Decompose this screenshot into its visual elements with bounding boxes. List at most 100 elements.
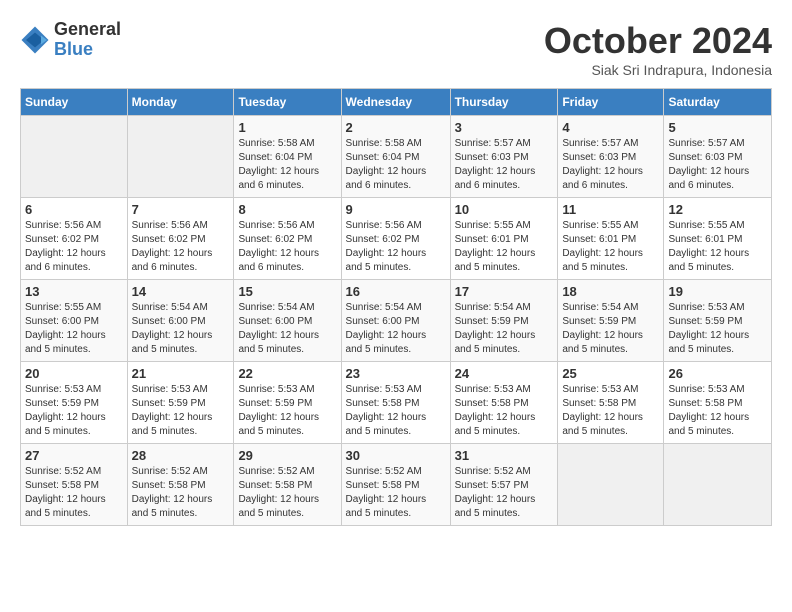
header-cell-wednesday: Wednesday <box>341 89 450 116</box>
day-info: Sunrise: 5:55 AM Sunset: 6:01 PM Dayligh… <box>562 219 659 275</box>
day-number: 18 <box>562 284 659 299</box>
calendar-body: 1Sunrise: 5:58 AM Sunset: 6:04 PM Daylig… <box>21 116 772 526</box>
calendar-week-3: 13 Sunrise: 5:55 AM Sunset: 6:00 PM Dayli… <box>21 280 772 362</box>
calendar-cell: 5Sunrise: 5:57 AM Sunset: 6:03 PM Daylig… <box>664 116 772 198</box>
logo-general: General <box>54 20 121 40</box>
day-info: Sunrise: 5:55 AM Sunset: 6:00 PM Dayligh… <box>25 301 123 357</box>
logo-icon <box>20 25 50 55</box>
day-info: Sunrise: 5:56 AM Sunset: 6:02 PM Dayligh… <box>346 219 446 275</box>
calendar-week-4: 20 Sunrise: 5:53 AM Sunset: 5:59 PM Dayli… <box>21 362 772 444</box>
day-info: Sunrise: 5:54 AM Sunset: 5:59 PM Dayligh… <box>455 301 554 357</box>
calendar-week-1: 1Sunrise: 5:58 AM Sunset: 6:04 PM Daylig… <box>21 116 772 198</box>
day-number: 21 <box>132 366 230 381</box>
day-number: 26 <box>668 366 767 381</box>
day-number: 29 <box>238 448 336 463</box>
day-number: 3 <box>455 120 554 135</box>
day-info: Sunrise: 5:55 AM Sunset: 6:01 PM Dayligh… <box>455 219 554 275</box>
calendar-cell: 16Sunrise: 5:54 AM Sunset: 6:00 PM Dayli… <box>341 280 450 362</box>
day-number: 28 <box>132 448 230 463</box>
day-number: 31 <box>455 448 554 463</box>
day-number: 20 <box>25 366 123 381</box>
logo: General Blue <box>20 20 121 60</box>
page-header: General Blue October 2024 Siak Sri Indra… <box>20 20 772 78</box>
day-info: Sunrise: 5:52 AM Sunset: 5:58 PM Dayligh… <box>25 465 123 521</box>
logo-text: General Blue <box>54 20 121 60</box>
day-number: 27 <box>25 448 123 463</box>
calendar-cell: 2Sunrise: 5:58 AM Sunset: 6:04 PM Daylig… <box>341 116 450 198</box>
header-cell-thursday: Thursday <box>450 89 558 116</box>
day-number: 22 <box>238 366 336 381</box>
calendar-cell <box>21 116 128 198</box>
calendar-cell: 21Sunrise: 5:53 AM Sunset: 5:59 PM Dayli… <box>127 362 234 444</box>
calendar-cell: 19 Sunrise: 5:53 AM Sunset: 5:59 PM Dayli… <box>664 280 772 362</box>
day-info: Sunrise: 5:53 AM Sunset: 5:58 PM Dayligh… <box>562 383 659 439</box>
day-info: Sunrise: 5:56 AM Sunset: 6:02 PM Dayligh… <box>25 219 123 275</box>
calendar-cell: 13 Sunrise: 5:55 AM Sunset: 6:00 PM Dayli… <box>21 280 128 362</box>
day-info: Sunrise: 5:53 AM Sunset: 5:58 PM Dayligh… <box>455 383 554 439</box>
day-info: Sunrise: 5:58 AM Sunset: 6:04 PM Dayligh… <box>238 137 336 193</box>
calendar-cell: 25 Sunrise: 5:53 AM Sunset: 5:58 PM Dayli… <box>558 362 664 444</box>
day-number: 30 <box>346 448 446 463</box>
day-number: 25 <box>562 366 659 381</box>
calendar-cell: 20 Sunrise: 5:53 AM Sunset: 5:59 PM Dayli… <box>21 362 128 444</box>
calendar-cell: 11 Sunrise: 5:55 AM Sunset: 6:01 PM Dayli… <box>558 198 664 280</box>
day-number: 13 <box>25 284 123 299</box>
calendar-week-2: 6 Sunrise: 5:56 AM Sunset: 6:02 PM Daylig… <box>21 198 772 280</box>
header-row: SundayMondayTuesdayWednesdayThursdayFrid… <box>21 89 772 116</box>
calendar-cell: 24 Sunrise: 5:53 AM Sunset: 5:58 PM Dayli… <box>450 362 558 444</box>
day-info: Sunrise: 5:52 AM Sunset: 5:57 PM Dayligh… <box>455 465 554 521</box>
day-info: Sunrise: 5:53 AM Sunset: 5:59 PM Dayligh… <box>25 383 123 439</box>
header-cell-tuesday: Tuesday <box>234 89 341 116</box>
day-number: 12 <box>668 202 767 217</box>
day-info: Sunrise: 5:56 AM Sunset: 6:02 PM Dayligh… <box>132 219 230 275</box>
logo-blue: Blue <box>54 40 121 60</box>
day-info: Sunrise: 5:54 AM Sunset: 6:00 PM Dayligh… <box>132 301 230 357</box>
calendar-cell: 29 Sunrise: 5:52 AM Sunset: 5:58 PM Dayli… <box>234 444 341 526</box>
calendar-cell: 12 Sunrise: 5:55 AM Sunset: 6:01 PM Dayli… <box>664 198 772 280</box>
day-info: Sunrise: 5:53 AM Sunset: 5:59 PM Dayligh… <box>668 301 767 357</box>
calendar-cell <box>558 444 664 526</box>
calendar-cell: 15Sunrise: 5:54 AM Sunset: 6:00 PM Dayli… <box>234 280 341 362</box>
location-subtitle: Siak Sri Indrapura, Indonesia <box>544 62 772 78</box>
header-cell-monday: Monday <box>127 89 234 116</box>
header-cell-saturday: Saturday <box>664 89 772 116</box>
day-number: 11 <box>562 202 659 217</box>
day-number: 7 <box>132 202 230 217</box>
day-number: 6 <box>25 202 123 217</box>
day-info: Sunrise: 5:57 AM Sunset: 6:03 PM Dayligh… <box>562 137 659 193</box>
title-section: October 2024 Siak Sri Indrapura, Indones… <box>544 20 772 78</box>
calendar-cell <box>664 444 772 526</box>
calendar-cell: 31 Sunrise: 5:52 AM Sunset: 5:57 PM Dayli… <box>450 444 558 526</box>
day-number: 4 <box>562 120 659 135</box>
day-number: 19 <box>668 284 767 299</box>
calendar-table: SundayMondayTuesdayWednesdayThursdayFrid… <box>20 88 772 526</box>
calendar-cell: 3Sunrise: 5:57 AM Sunset: 6:03 PM Daylig… <box>450 116 558 198</box>
calendar-cell: 6 Sunrise: 5:56 AM Sunset: 6:02 PM Daylig… <box>21 198 128 280</box>
header-cell-friday: Friday <box>558 89 664 116</box>
day-info: Sunrise: 5:52 AM Sunset: 5:58 PM Dayligh… <box>238 465 336 521</box>
calendar-cell: 17 Sunrise: 5:54 AM Sunset: 5:59 PM Dayli… <box>450 280 558 362</box>
day-info: Sunrise: 5:57 AM Sunset: 6:03 PM Dayligh… <box>668 137 767 193</box>
calendar-cell: 18Sunrise: 5:54 AM Sunset: 5:59 PM Dayli… <box>558 280 664 362</box>
calendar-cell: 4 Sunrise: 5:57 AM Sunset: 6:03 PM Daylig… <box>558 116 664 198</box>
day-number: 15 <box>238 284 336 299</box>
calendar-cell: 14Sunrise: 5:54 AM Sunset: 6:00 PM Dayli… <box>127 280 234 362</box>
calendar-cell: 9Sunrise: 5:56 AM Sunset: 6:02 PM Daylig… <box>341 198 450 280</box>
day-number: 10 <box>455 202 554 217</box>
calendar-cell: 30 Sunrise: 5:52 AM Sunset: 5:58 PM Dayli… <box>341 444 450 526</box>
day-number: 8 <box>238 202 336 217</box>
day-number: 17 <box>455 284 554 299</box>
calendar-cell: 23 Sunrise: 5:53 AM Sunset: 5:58 PM Dayli… <box>341 362 450 444</box>
calendar-cell: 7 Sunrise: 5:56 AM Sunset: 6:02 PM Daylig… <box>127 198 234 280</box>
day-info: Sunrise: 5:53 AM Sunset: 5:58 PM Dayligh… <box>668 383 767 439</box>
day-number: 24 <box>455 366 554 381</box>
calendar-cell: 8Sunrise: 5:56 AM Sunset: 6:02 PM Daylig… <box>234 198 341 280</box>
day-info: Sunrise: 5:54 AM Sunset: 6:00 PM Dayligh… <box>346 301 446 357</box>
day-number: 23 <box>346 366 446 381</box>
day-info: Sunrise: 5:55 AM Sunset: 6:01 PM Dayligh… <box>668 219 767 275</box>
day-info: Sunrise: 5:52 AM Sunset: 5:58 PM Dayligh… <box>132 465 230 521</box>
calendar-cell: 27 Sunrise: 5:52 AM Sunset: 5:58 PM Dayli… <box>21 444 128 526</box>
day-info: Sunrise: 5:52 AM Sunset: 5:58 PM Dayligh… <box>346 465 446 521</box>
header-cell-sunday: Sunday <box>21 89 128 116</box>
day-info: Sunrise: 5:53 AM Sunset: 5:58 PM Dayligh… <box>346 383 446 439</box>
